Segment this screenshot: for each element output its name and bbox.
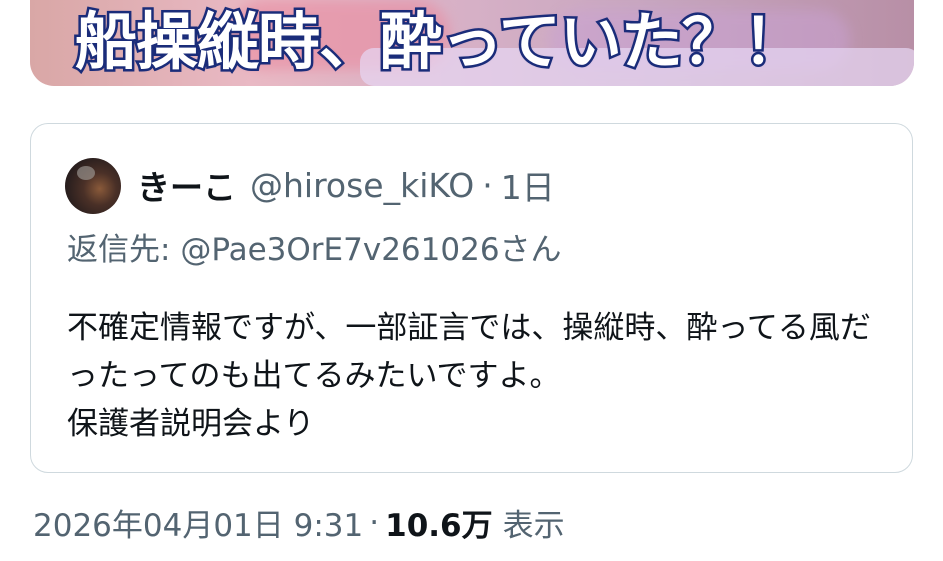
separator-dot: · — [369, 504, 380, 541]
post-age[interactable]: 1日 — [501, 161, 555, 209]
reply-to-prefix: 返信先: — [67, 232, 171, 268]
author-name[interactable]: きーこ — [137, 161, 236, 209]
quoted-tweet-card[interactable]: きーこ @hirose_kiKO · 1日 返信先: @Pae3OrE7v261… — [30, 123, 913, 473]
avatar-highlight — [77, 166, 95, 180]
post-timestamp[interactable]: 2026年04月01日 9:31 — [33, 500, 363, 545]
views-count: 10.6万 — [385, 508, 493, 544]
tweet-text: 不確定情報ですが、一部証言では、操縦時、酔ってる風だったってのも出てるみたいです… — [67, 310, 871, 442]
separator-dot: · — [482, 165, 493, 205]
author-handle[interactable]: @hirose_kiKO — [250, 166, 474, 205]
media-headline: 船操縦時、酔っていた？！ — [73, 3, 808, 81]
avatar[interactable] — [65, 158, 121, 214]
media-image[interactable]: 船操縦時、酔っていた？！ — [30, 0, 914, 86]
author-row: きーこ @hirose_kiKO · 1日 — [137, 162, 555, 208]
post-meta: 2026年04月01日 9:31 · 10.6万 表示 — [33, 500, 565, 545]
reply-to-handle[interactable]: @Pae3OrE7v261026さん — [180, 232, 561, 268]
reply-to-line: 返信先: @Pae3OrE7v261026さん — [67, 224, 562, 269]
views-label: 表示 — [502, 508, 565, 544]
